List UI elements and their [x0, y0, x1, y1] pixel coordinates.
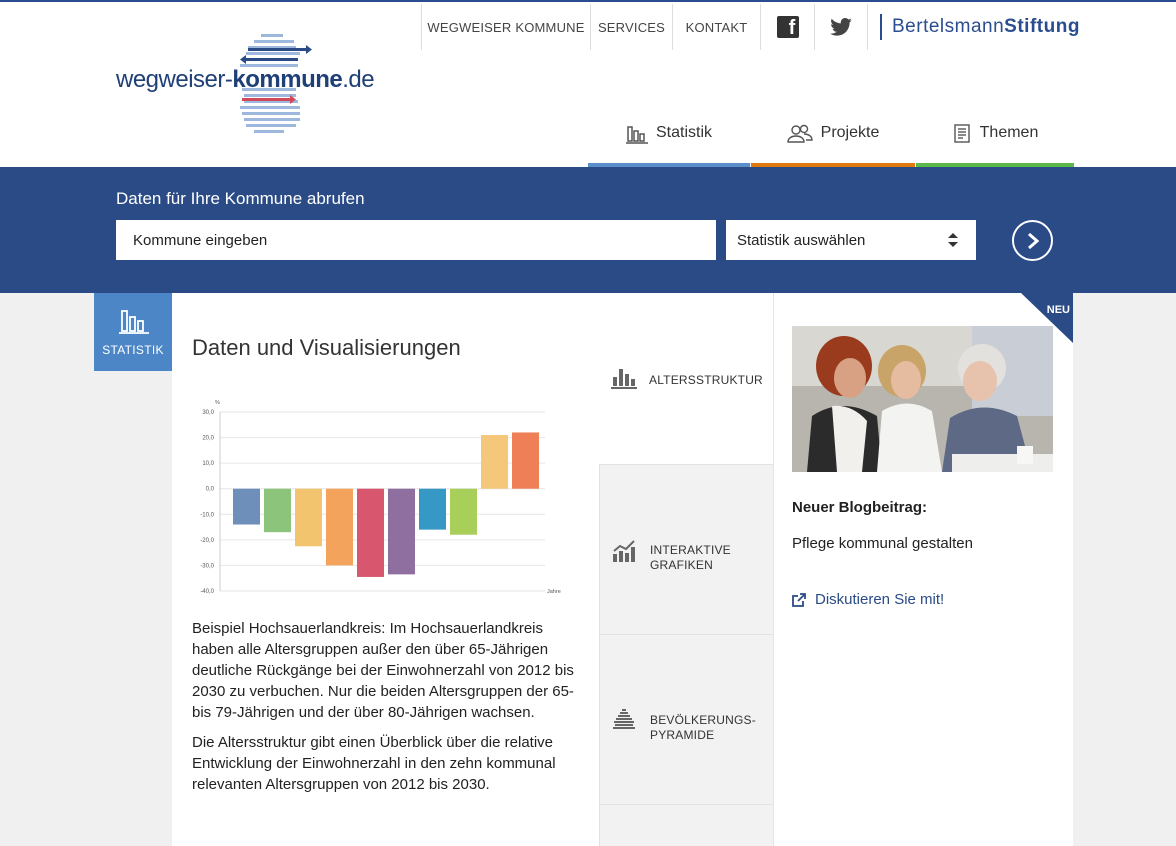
chart-bar [233, 488, 260, 525]
pyramid-icon [613, 709, 635, 729]
description-paragraph-2: Die Altersstruktur gibt einen Überblick … [192, 734, 556, 793]
tab-statistik-label: Statistik [655, 124, 712, 141]
vis-tab-altersstruktur[interactable]: ALTERSSTRUKTUR [599, 293, 773, 464]
statistik-select-value: Statistik auswählen [737, 231, 866, 249]
vis-tab-bevoelkerungspyramide[interactable]: BEVÖLKERUNGS- PYRAMIDE [599, 634, 773, 804]
chart-bar [450, 488, 477, 535]
vis-tab-interaktive-grafiken[interactable]: INTERAKTIVE GRAFIKEN [599, 464, 773, 634]
chart-y-tick-label: 30,0 [202, 410, 214, 416]
tab-themen[interactable]: Themen [916, 114, 1074, 169]
chart-y-tick-label: -40,0 [200, 589, 214, 595]
topnav-services[interactable]: SERVICES [590, 4, 672, 50]
search-title: Daten für Ihre Kommune abrufen [116, 189, 365, 208]
altersstruktur-chart: 30,0 20,0 10,0 0,0 -10,0 -20,0 -30,0 -40,0% Jahr… [200, 400, 561, 595]
tab-themen-label: Themen [979, 124, 1039, 141]
photo-three-women [792, 326, 1053, 472]
vis-tab-interaktive-label: INTERAKTIVE GRAFIKEN [650, 543, 731, 573]
blog-photo[interactable] [792, 326, 1053, 472]
chart-bar [512, 432, 539, 489]
right-column: NEU Neuer Blogbeitrag: Pflege kommunal g… [773, 293, 1073, 846]
vis-tab-label-line: INTERAKTIVE [650, 543, 731, 557]
vis-tab-label-line: BEVÖLKERUNGS- [650, 713, 756, 727]
main-nav: Statistik Projekte Themen [588, 114, 1074, 169]
trend-chart-icon [613, 540, 635, 562]
people-icon [786, 124, 813, 143]
page-title: Daten und Visualisierungen [192, 335, 461, 360]
select-arrows-icon [948, 233, 958, 247]
vis-tab-label-line: PYRAMIDE [650, 728, 715, 742]
discuss-link-label: Diskutieren Sie mit! [815, 591, 945, 608]
bar-chart-icon [625, 126, 648, 144]
chart-y-tick-label: 0,0 [206, 487, 215, 493]
external-link-icon [792, 592, 806, 607]
search-band: Daten für Ihre Kommune abrufen Statistik… [0, 167, 1176, 293]
blog-label: Neuer Blogbeitrag: [792, 499, 928, 516]
main-panel: Daten und Visualisierungen 30,0 20,0 10,0 0… [172, 293, 773, 846]
new-badge-label: NEU [1046, 304, 1070, 316]
chart-y-tick-label: -30,0 [200, 563, 214, 569]
topnav-wegweiser-kommune[interactable]: WEGWEISER KOMMUNE [421, 4, 590, 50]
document-icon [953, 124, 970, 143]
chart-y-tick-label: -10,0 [200, 512, 214, 518]
chevron-right-icon [1027, 232, 1039, 249]
blog-title-link[interactable]: Pflege kommunal gestalten [792, 535, 973, 552]
topnav-kontakt[interactable]: KONTAKT [672, 4, 760, 50]
bertelsmann-stiftung-logo[interactable]: BertelsmannStiftung [880, 14, 1080, 40]
twitter-icon [830, 18, 852, 36]
twitter-link[interactable] [814, 4, 868, 50]
kommune-input[interactable] [116, 220, 716, 260]
logo-text-tld: .de [342, 66, 375, 93]
brand-text-bold: Stiftung [1004, 16, 1080, 37]
bar-chart-icon [119, 310, 149, 334]
chart-bar [295, 488, 322, 547]
chart-y-tick-label: -20,0 [200, 538, 214, 544]
vis-tab-more[interactable] [599, 804, 773, 846]
tab-projekte-label: Projekte [820, 124, 880, 141]
chart-bar [264, 488, 291, 533]
vis-tab-label-line: ALTERSSTRUKTUR [649, 373, 763, 387]
chart-bar [419, 488, 446, 530]
facebook-link[interactable]: f [760, 4, 814, 50]
chart-x-axis-label: Jahre [547, 589, 561, 595]
statistik-tile-label: STATISTIK [102, 343, 164, 357]
chart-bar [357, 488, 384, 577]
site-logo[interactable]: wegweiser-kommune.de [116, 30, 375, 140]
vis-tab-altersstruktur-label: ALTERSSTRUKTUR [649, 373, 763, 388]
vis-tab-pyramide-label: BEVÖLKERUNGS- PYRAMIDE [650, 713, 756, 743]
logo-text-bold: kommune [232, 66, 343, 93]
brand-text-part: Bertelsmann [892, 16, 1005, 37]
logo-wordmark: wegweiser-kommune.de [116, 66, 375, 94]
site-header: wegweiser-kommune.de WEGWEISER KOMMUNE S… [0, 0, 1176, 169]
chart-bar [388, 488, 415, 575]
statistik-select[interactable]: Statistik auswählen [726, 220, 976, 260]
chart-y-axis-label: % [215, 400, 220, 406]
chart-y-tick-label: 10,0 [202, 461, 214, 467]
search-go-button[interactable] [1012, 220, 1053, 261]
facebook-icon: f [776, 16, 799, 38]
description-paragraph-1: Beispiel Hochsauerlandkreis: Im Hochsaue… [192, 620, 574, 721]
tab-statistik[interactable]: Statistik [588, 114, 750, 169]
visualization-tabs: ALTERSSTRUKTUR INTERAKTIVE GRAFIKEN BEVÖL… [599, 293, 773, 846]
chart-bar [481, 435, 508, 489]
statistik-section-tile[interactable]: STATISTIK [94, 293, 172, 371]
logo-text-part: wegweiser- [116, 66, 233, 93]
bar-chart-icon [611, 369, 637, 389]
chart-bar [326, 488, 353, 566]
tab-projekte[interactable]: Projekte [751, 114, 915, 169]
chart-y-tick-label: 20,0 [202, 436, 214, 442]
vis-tab-label-line: GRAFIKEN [650, 558, 713, 572]
discuss-link[interactable]: Diskutieren Sie mit! [792, 591, 944, 608]
description: Beispiel Hochsauerlandkreis: Im Hochsaue… [192, 618, 577, 804]
top-nav: WEGWEISER KOMMUNE SERVICES KONTAKT f [421, 4, 868, 50]
